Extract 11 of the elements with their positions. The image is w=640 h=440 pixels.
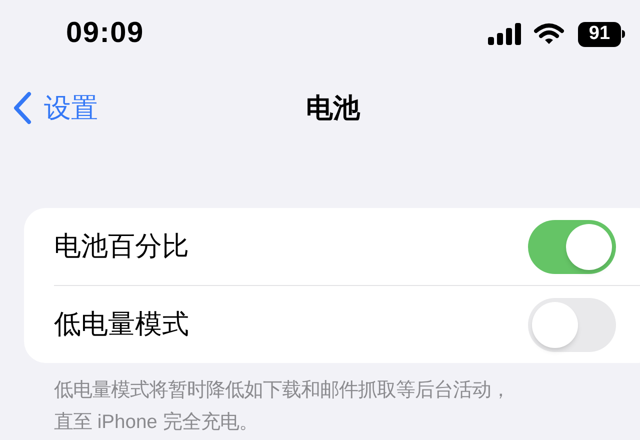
toggle-switch[interactable] [528,220,616,274]
footer-note: 直至 iPhone 完全充电。 [54,410,258,435]
signal-icon [488,23,522,45]
page-title: 电池 [306,92,360,125]
back-button[interactable]: 设置 [0,88,98,128]
setting-label: 电池百分比 [54,230,190,264]
wifi-icon [534,23,564,45]
status-time: 09:09 [66,16,144,52]
setting-label: 低电量模式 [54,308,190,342]
chevron-left-icon [12,91,32,125]
footer-note: 低电量模式将暂时降低如下载和邮件抓取等后台活动， [54,379,510,403]
